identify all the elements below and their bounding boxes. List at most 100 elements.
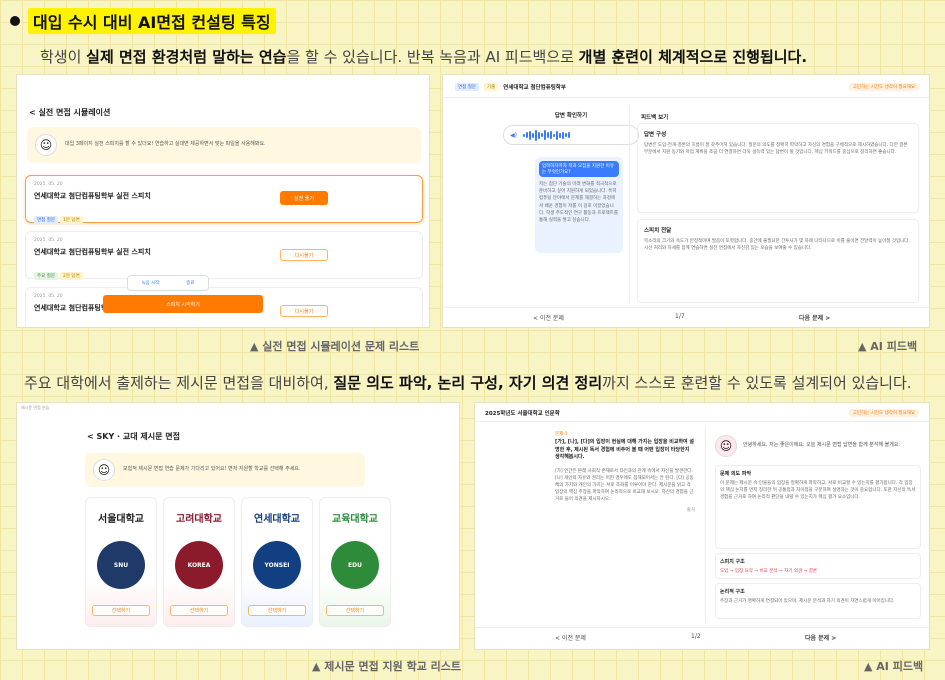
retry-button[interactable]: 다시풀기 — [280, 305, 328, 317]
record-popup: 녹음 시작 종료 — [127, 275, 209, 291]
school-name: 서울대학교 — [98, 514, 144, 525]
greeting-text: 안녕하세요, 저는 좋은이에요. 오늘 제시문 면접 답변을 함께 분석해 볼게… — [743, 442, 901, 449]
divider — [705, 427, 706, 623]
tag: 2분 답변 — [60, 272, 83, 280]
item-tags: 주요 질문 2분 답변 — [34, 262, 85, 281]
feedback-section-2: 스피치 전달 목소리의 크기와 속도가 안정적이며 발음이 또렷합니다. 중간에… — [637, 219, 919, 303]
section-title: 답변 구성 — [644, 132, 667, 138]
mascot-icon: ☺ — [715, 435, 737, 457]
audio-player[interactable]: ◀) — [503, 125, 639, 145]
passage-text: [가] 인간은 본래 사회적 존재로서 타인과의 관계 속에서 자신을 발견한다… — [555, 468, 694, 503]
prev-button[interactable]: < 이전 문제 — [533, 313, 564, 322]
tag: 주요 질문 — [34, 272, 58, 280]
hint-badge: 고민하는 시간도 생각이 필요해요 — [848, 409, 919, 417]
heading-text: 대입 수시 대비 AI면접 컨설팅 특징 — [28, 8, 276, 34]
answer-title: 답변 확인하기 — [554, 113, 588, 119]
select-button[interactable]: 선택하기 — [248, 605, 306, 616]
prev-button[interactable]: < 이전 문제 — [555, 633, 586, 642]
question-label: 문제 1 — [555, 432, 568, 437]
feature-line-1: 학생이 실제 면접 환경처럼 말하는 연습을 할 수 있습니다. 반복 녹음과 … — [40, 46, 807, 67]
page-indicator: 1/2 — [691, 633, 701, 640]
speaker-icon: ◀) — [510, 131, 517, 139]
divider — [443, 97, 929, 98]
school-card-korea[interactable]: 고려대학교 KOREA 선택하기 — [163, 497, 235, 627]
feedback-section-2: 스피치 구조 도입 → 입장 요약 → 비교 분석 → 자기 의견 → 결론 — [715, 553, 921, 579]
item-date: 2025. 05. 20 — [34, 182, 63, 187]
stop-label: 종료 — [186, 281, 195, 286]
snu-seal-icon: SNU — [97, 541, 145, 589]
answer-text: 저는 첨단 기술의 미래 변화를 적극적으로 준비하고 싶어 지원하게 되었습니… — [539, 182, 618, 223]
section-text: 답변은 도입-전개-결론의 흐름이 잘 갖추어져 있습니다. 질문의 의도를 정… — [644, 143, 908, 156]
line1-b: 실제 면접 환경처럼 말하는 연습 — [86, 48, 287, 66]
question-column: 문제 1 [가], [나], [다]의 입장이 현실에 대해 가지는 입장을 비… — [555, 431, 695, 513]
feature-line-2: 주요 대학에서 출제하는 제시문 면접을 대비하여, 질문 의도 파악, 논리 … — [24, 372, 912, 393]
section-title: 논리적 구조 — [720, 589, 745, 595]
back-link[interactable]: < SKY · 교대 제시문 면접 — [87, 431, 180, 442]
mascot-icon: ☺ — [93, 459, 115, 481]
divider — [475, 627, 929, 628]
line2-a: 주요 대학에서 출제하는 제시문 면접을 대비하여, — [24, 374, 334, 392]
feedback-header: 면접 질문 기출 연세대학교 첨단컴퓨팅학부 — [455, 83, 566, 91]
select-button[interactable]: 선택하기 — [170, 605, 228, 616]
school-panel: 제시문 면접 연습 < SKY · 교대 제시문 면접 ☺ 모험적 제시문 면접… — [16, 402, 460, 650]
hint-badge: 고민하는 시간도 생각이 필요해요 — [848, 83, 919, 91]
section-title: 스피치 구조 — [720, 559, 745, 565]
next-button[interactable]: 다음 문제 > — [805, 633, 836, 642]
greeting: ☺ 안녕하세요, 저는 좋은이에요. 오늘 제시문 면접 답변을 함께 분석해 … — [715, 431, 921, 461]
feedback-panel-1: 면접 질문 기출 연세대학교 첨단컴퓨팅학부 고민하는 시간도 생각이 필요해요… — [442, 74, 930, 328]
select-button[interactable]: 선택하기 — [92, 605, 150, 616]
school-name: 교육대학교 — [332, 514, 378, 525]
record-label: 녹음 시작 — [141, 281, 160, 286]
tag: 1분 답변 — [60, 216, 83, 224]
start-button[interactable]: 실전 풀기 — [280, 191, 328, 205]
notice-text: 대입 3페이지 실전 스피치를 할 수 있더요! 연습하고 실대면 제공하면서 … — [65, 141, 266, 148]
tag: 기출 — [484, 83, 499, 91]
feedback-panel-2: 2025학년도 서울대학교 인문학 고민하는 시간도 생각이 필요해요 문제 1… — [474, 402, 930, 650]
question-bubble: 입학하자마자 학과 모집을 지원한 이유는 무엇인가요? — [539, 161, 619, 177]
tag: 면접 질문 — [455, 83, 479, 91]
next-button[interactable]: 다음 문제 > — [799, 313, 830, 322]
caption-feedback-2: ▲ AI 피드백 — [864, 660, 924, 673]
line1-d: 개별 훈련이 체계적으로 진행됩니다. — [578, 48, 808, 66]
source-label: 출처 — [686, 508, 695, 514]
answer-bubble: 입학하자마자 학과 모집을 지원한 이유는 무엇인가요? 저는 첨단 기술의 미… — [535, 157, 623, 253]
mascot-icon: ☺ — [35, 134, 57, 156]
start-speech-button[interactable]: 스피치 시작하기 — [103, 295, 263, 313]
korea-seal-icon: KOREA — [175, 541, 223, 589]
bullet-icon — [10, 16, 20, 26]
school-card-edu[interactable]: 교육대학교 EDU 선택하기 — [319, 497, 391, 627]
tag: 면접 질문 — [34, 216, 58, 224]
school-card-snu[interactable]: 서울대학교 SNU 선택하기 — [85, 497, 157, 627]
line1-c: 을 할 수 있습니다. 반복 녹음과 AI 피드백으로 — [286, 48, 579, 66]
line1-a: 학생이 — [40, 48, 87, 66]
school-card-yonsei[interactable]: 연세대학교 YONSEI 선택하기 — [241, 497, 313, 627]
breadcrumb: 제시문 면접 연습 — [21, 405, 50, 410]
select-button[interactable]: 선택하기 — [326, 605, 384, 616]
section-heading: 대입 수시 대비 AI면접 컨설팅 특징 — [10, 8, 276, 34]
sim-item-1[interactable]: 2025. 05. 20 연세대학교 첨단컴퓨팅학부 실전 스피치 면접 질문 1… — [25, 175, 423, 225]
divider — [629, 105, 630, 303]
line2-c: 까지 스스로 훈련할 수 있도록 설계되어 있습니다. — [602, 374, 912, 392]
simulation-panel: < 실전 면접 시뮬레이션 ☺ 대입 3페이지 실전 스피치를 할 수 있더요!… — [16, 74, 430, 328]
item-title: 연세대학교 첨단컴퓨팅학부 실전 스피치 — [34, 192, 151, 200]
page-indicator: 1/7 — [675, 313, 685, 320]
section-text: 이 문제는 제시문 속 인물들의 입장을 정확하게 파악하고, 서로 비교할 수… — [720, 481, 916, 501]
sim-item-2[interactable]: 2025. 05. 20 연세대학교 첨단컴퓨팅학부 실전 스피치 주요 질문 2… — [25, 231, 423, 281]
edu-seal-icon: EDU — [331, 541, 379, 589]
notice-box: ☺ 대입 3페이지 실전 스피치를 할 수 있더요! 연습하고 실대면 제공하면… — [27, 127, 421, 163]
question-text: [가], [나], [다]의 입장이 현실에 대해 가지는 입장을 비교하여 설… — [555, 439, 694, 460]
back-link[interactable]: < 실전 면접 시뮬레이션 — [29, 107, 110, 118]
caption-simulation: ▲ 실전 면접 시뮬레이션 문제 리스트 — [250, 340, 420, 353]
notice-text: 모험적 제시문 면접 연습 문제가 기다리고 있어요! 면저 지원할 학교를 선… — [123, 466, 301, 473]
feedback-title: 2025학년도 서울대학교 인문학 — [485, 411, 560, 417]
section-text: 주장과 근거가 명확하게 연결되어 있으며, 제시문 분석과 자기 의견이 자연… — [720, 599, 895, 604]
section-text: 목소리의 크기와 속도가 안정적이며 발음이 또렷합니다. 중간에 불필요한 간… — [644, 239, 910, 252]
retry-button[interactable]: 다시풀기 — [280, 249, 328, 261]
caption-schools: ▲ 제시문 면접 지원 학교 리스트 — [312, 660, 462, 673]
item-tags: 면접 질문 1분 답변 — [34, 206, 85, 225]
item-date: 2025. 05. 20 — [34, 238, 63, 243]
divider — [475, 421, 929, 422]
item-date: 2025. 05. 20 — [34, 294, 63, 299]
feedback-title: 연세대학교 첨단컴퓨팅학부 — [503, 85, 566, 91]
school-name: 연세대학교 — [254, 514, 300, 525]
